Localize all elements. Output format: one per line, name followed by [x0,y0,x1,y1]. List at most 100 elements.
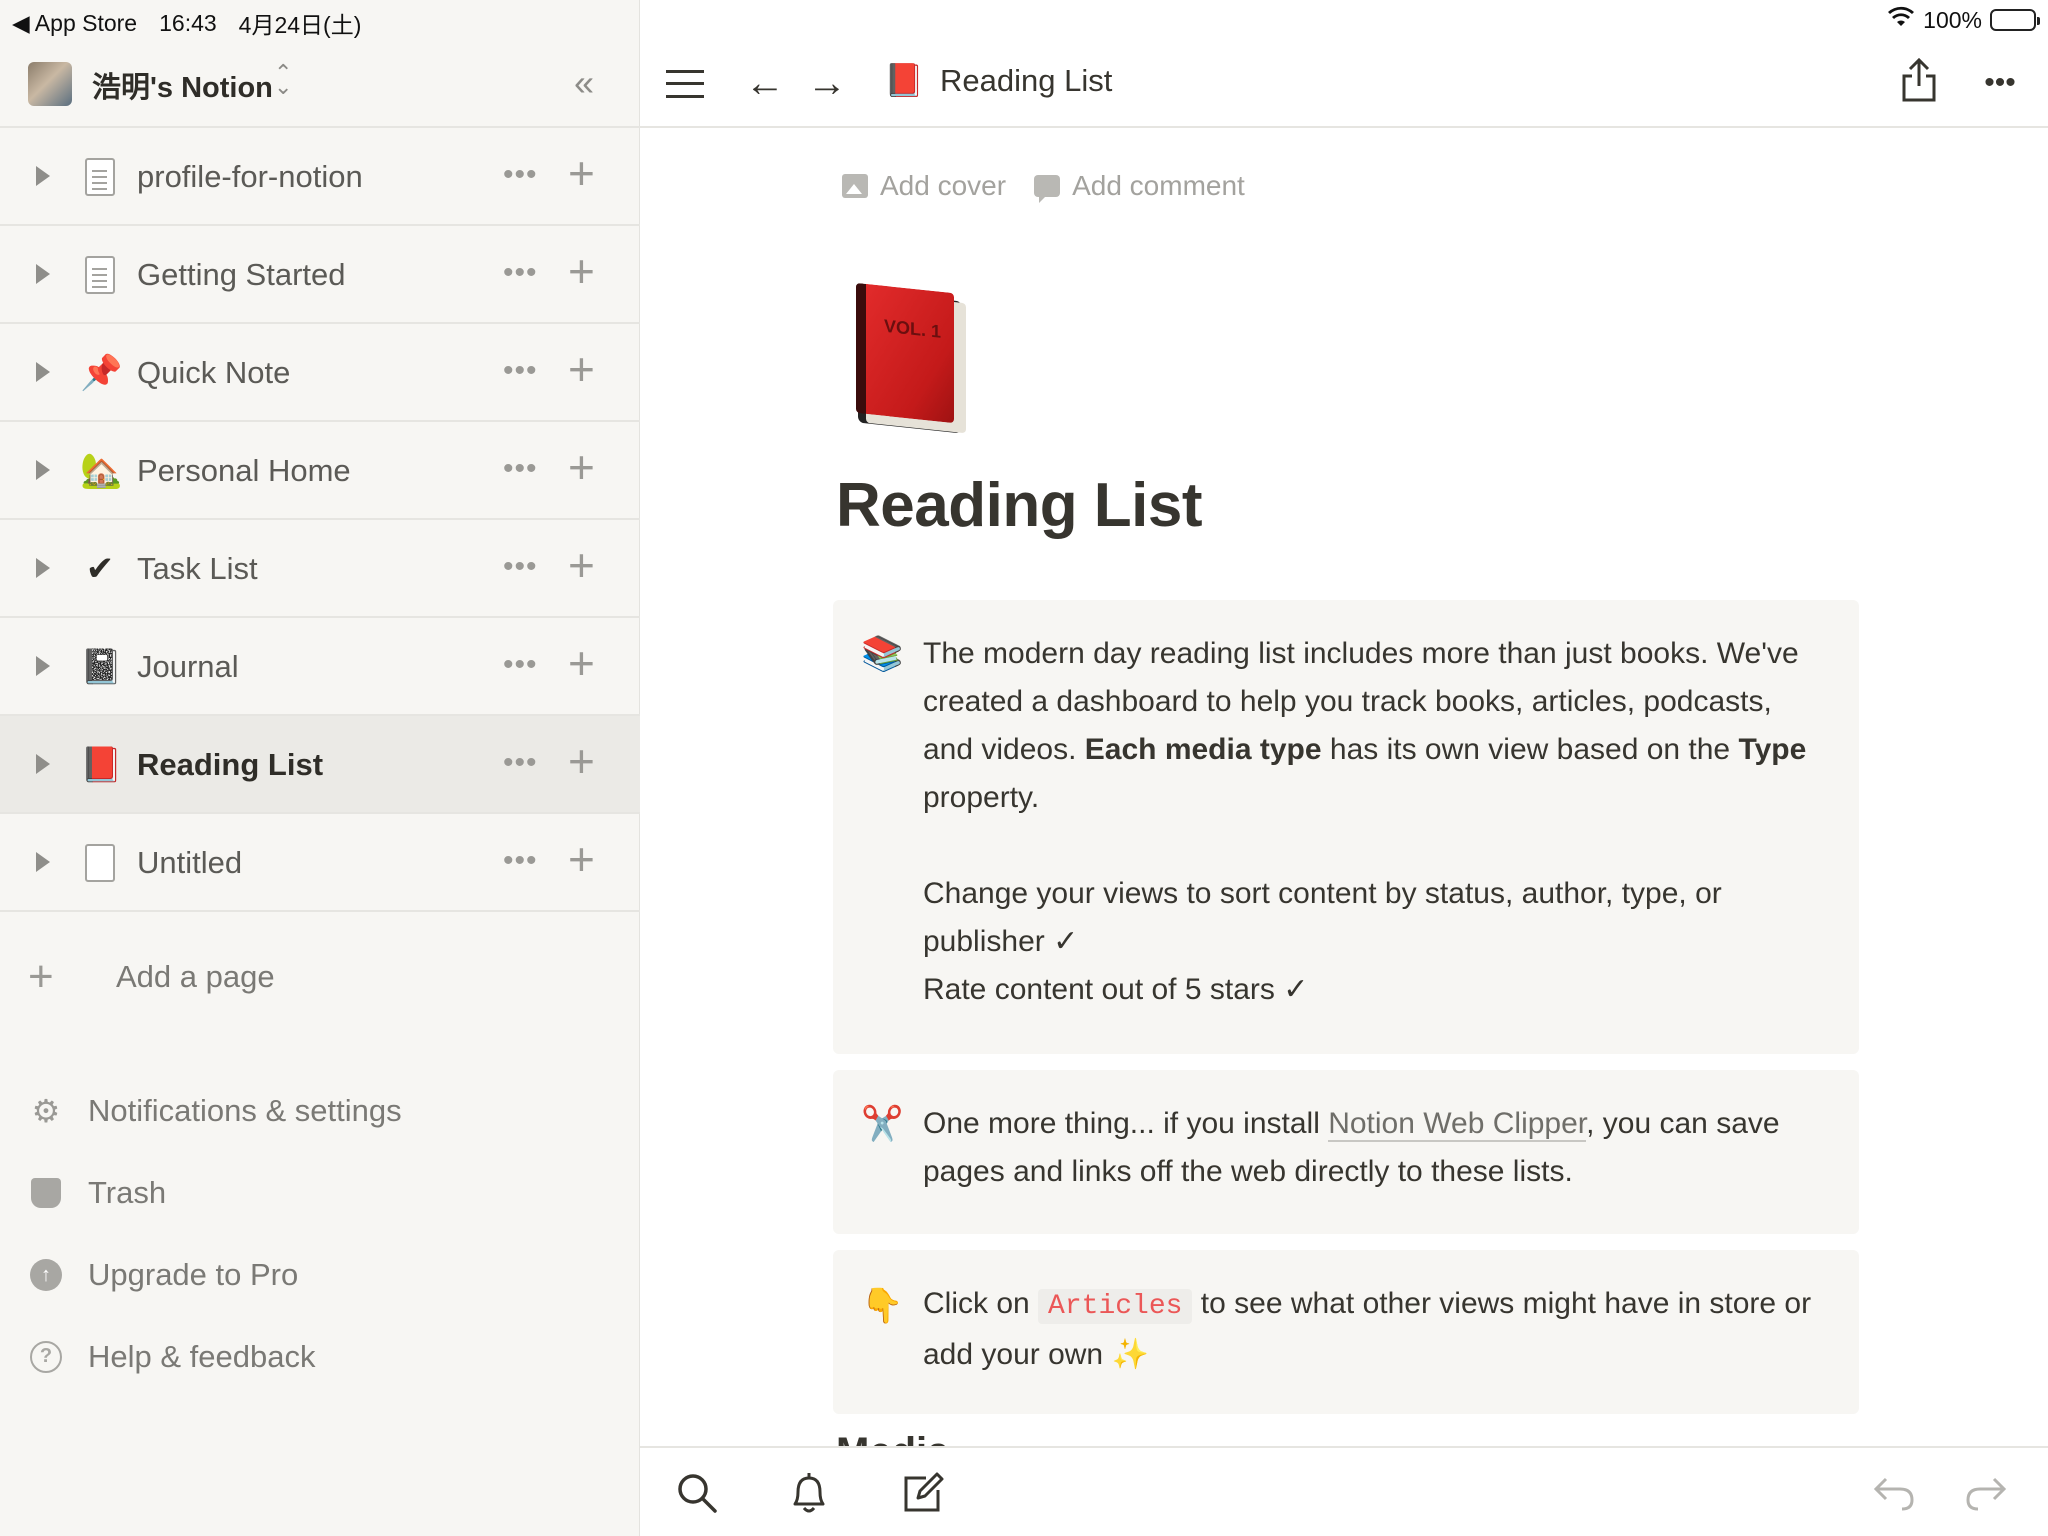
plus-icon: + [28,952,54,1001]
sidebar-item-quick-note[interactable]: 📌 Quick Note ••• + [0,324,640,422]
callout-web-clipper[interactable]: ✂️ One more thing... if you install Noti… [833,1070,1859,1234]
pointing-down-icon: 👇 [861,1287,904,1325]
trash-icon [28,1175,64,1211]
page-actions: Add cover Add comment [842,170,1245,203]
sidebar-item-label: Task List [137,551,258,586]
notebook-icon: 📓 [80,648,123,686]
battery-icon [1990,9,2040,31]
house-icon: 🏡 [80,452,123,490]
add-subpage-icon[interactable]: + [568,540,595,590]
document-icon [80,254,120,296]
add-subpage-icon[interactable]: + [568,834,595,884]
add-subpage-icon[interactable]: + [568,246,595,296]
link-label: Upgrade to Pro [88,1257,299,1292]
more-options-icon[interactable]: ••• [503,452,538,486]
add-subpage-icon[interactable]: + [568,638,595,688]
more-options-icon[interactable]: ••• [503,158,538,192]
upgrade-link[interactable]: ↑ Upgrade to Pro [28,1234,402,1316]
add-subpage-icon[interactable]: + [568,442,595,492]
sidebar: 浩明's Notion ⌃ ⌄ « profile-for-notion ••• … [0,0,640,1536]
menu-icon[interactable] [666,70,704,98]
add-subpage-icon[interactable]: + [568,344,595,394]
page-content: Add cover Add comment VOL. 1 Reading Lis… [640,130,2048,1446]
add-subpage-icon[interactable]: + [568,736,595,786]
add-subpage-icon[interactable]: + [568,148,595,198]
wifi-icon [1887,6,1915,34]
workspace-name[interactable]: 浩明's Notion [92,64,273,106]
callout-line: Change your views to sort content by sta… [923,877,1722,958]
top-bar: ← → 📕 Reading List ••• [640,40,2048,128]
sidebar-item-label: Personal Home [137,453,351,488]
checkmark-icon: ✔ [85,550,115,588]
page-tree: profile-for-notion ••• + Getting Started… [0,128,640,912]
add-comment-button[interactable]: Add comment [1034,170,1245,203]
callout-text: The modern day reading list includes mor… [923,630,1823,1014]
expand-toggle-icon[interactable] [36,754,50,774]
sidebar-item-personal-home[interactable]: 🏡 Personal Home ••• + [0,422,640,520]
share-icon[interactable] [1894,56,1944,110]
notifications-settings-link[interactable]: ⚙ Notifications & settings [28,1070,402,1152]
add-page-button[interactable]: + Add a page [28,952,275,1002]
expand-toggle-icon[interactable] [36,460,50,480]
compose-icon[interactable] [898,1468,948,1518]
expand-toggle-icon[interactable] [36,656,50,676]
more-options-icon[interactable]: ••• [503,648,538,682]
page-book-icon[interactable]: VOL. 1 [846,282,970,436]
section-heading-media[interactable]: Media [836,1430,949,1446]
add-page-label: Add a page [116,959,275,994]
more-options-icon[interactable]: ••• [503,844,538,878]
workspace-switch-chevron-icon[interactable]: ⌃ ⌄ [274,62,292,98]
red-book-icon: 📕 [884,62,924,98]
book-vol-label: VOL. 1 [884,315,942,342]
sidebar-item-reading-list[interactable]: 📕 Reading List ••• + [0,716,640,814]
bell-icon[interactable] [784,1468,834,1518]
trash-link[interactable]: Trash [28,1152,402,1234]
undo-icon[interactable] [1868,1468,1918,1518]
articles-code-chip: Articles [1038,1289,1193,1324]
page-title[interactable]: Reading List [836,470,1203,541]
more-options-icon[interactable]: ••• [503,354,538,388]
forward-arrow-icon[interactable]: → [802,56,852,110]
callout-articles-view[interactable]: 👇 Click on Articles to see what other vi… [833,1250,1859,1414]
more-options-icon[interactable]: ••• [503,746,538,780]
sidebar-item-label: Journal [137,649,239,684]
document-icon [80,156,120,198]
search-icon[interactable] [672,1468,722,1518]
expand-toggle-icon[interactable] [36,166,50,186]
sidebar-item-journal[interactable]: 📓 Journal ••• + [0,618,640,716]
bottom-toolbar [640,1446,2048,1536]
more-options-icon[interactable]: ••• [1970,56,2030,110]
breadcrumb-title[interactable]: Reading List [940,63,1112,99]
expand-toggle-icon[interactable] [36,362,50,382]
callout-reading-list-intro[interactable]: 📚 The modern day reading list includes m… [833,600,1859,1054]
expand-toggle-icon[interactable] [36,558,50,578]
redo-icon[interactable] [1962,1468,2012,1518]
help-feedback-link[interactable]: ? Help & feedback [28,1316,402,1398]
image-icon [842,174,868,198]
sidebar-item-untitled[interactable]: Untitled ••• + [0,814,640,912]
more-options-icon[interactable]: ••• [503,550,538,584]
add-cover-button[interactable]: Add cover [842,170,1006,202]
expand-toggle-icon[interactable] [36,264,50,284]
add-comment-label: Add comment [1072,170,1245,201]
back-arrow-icon[interactable]: ← [740,56,790,110]
sidebar-item-getting-started[interactable]: Getting Started ••• + [0,226,640,324]
back-to-app-store[interactable]: ◀ App Store [12,10,137,37]
sidebar-item-label: profile-for-notion [137,159,363,194]
sidebar-footer-links: ⚙ Notifications & settings Trash ↑ Upgra… [28,1070,402,1398]
comment-icon [1034,175,1061,203]
sidebar-item-profile-for-notion[interactable]: profile-for-notion ••• + [0,128,640,226]
callout-text: Click on Articles to see what other view… [923,1287,1812,1371]
status-bar: ◀ App Store 16:43 4月24日(土) 100% [0,0,2048,40]
workspace-header[interactable]: 浩明's Notion ⌃ ⌄ « [0,40,640,128]
battery-percent: 100% [1923,6,1982,33]
callout-text: One more thing... if you install Notion … [923,1107,1780,1188]
collapse-sidebar-icon[interactable]: « [574,62,594,104]
blank-document-icon [80,842,120,884]
expand-toggle-icon[interactable] [36,852,50,872]
sidebar-item-task-list[interactable]: ✔ Task List ••• + [0,520,640,618]
more-options-icon[interactable]: ••• [503,256,538,290]
upgrade-arrow-icon: ↑ [28,1257,64,1293]
link-label: Notifications & settings [88,1093,402,1128]
notion-web-clipper-link[interactable]: Notion Web Clipper [1328,1107,1587,1142]
